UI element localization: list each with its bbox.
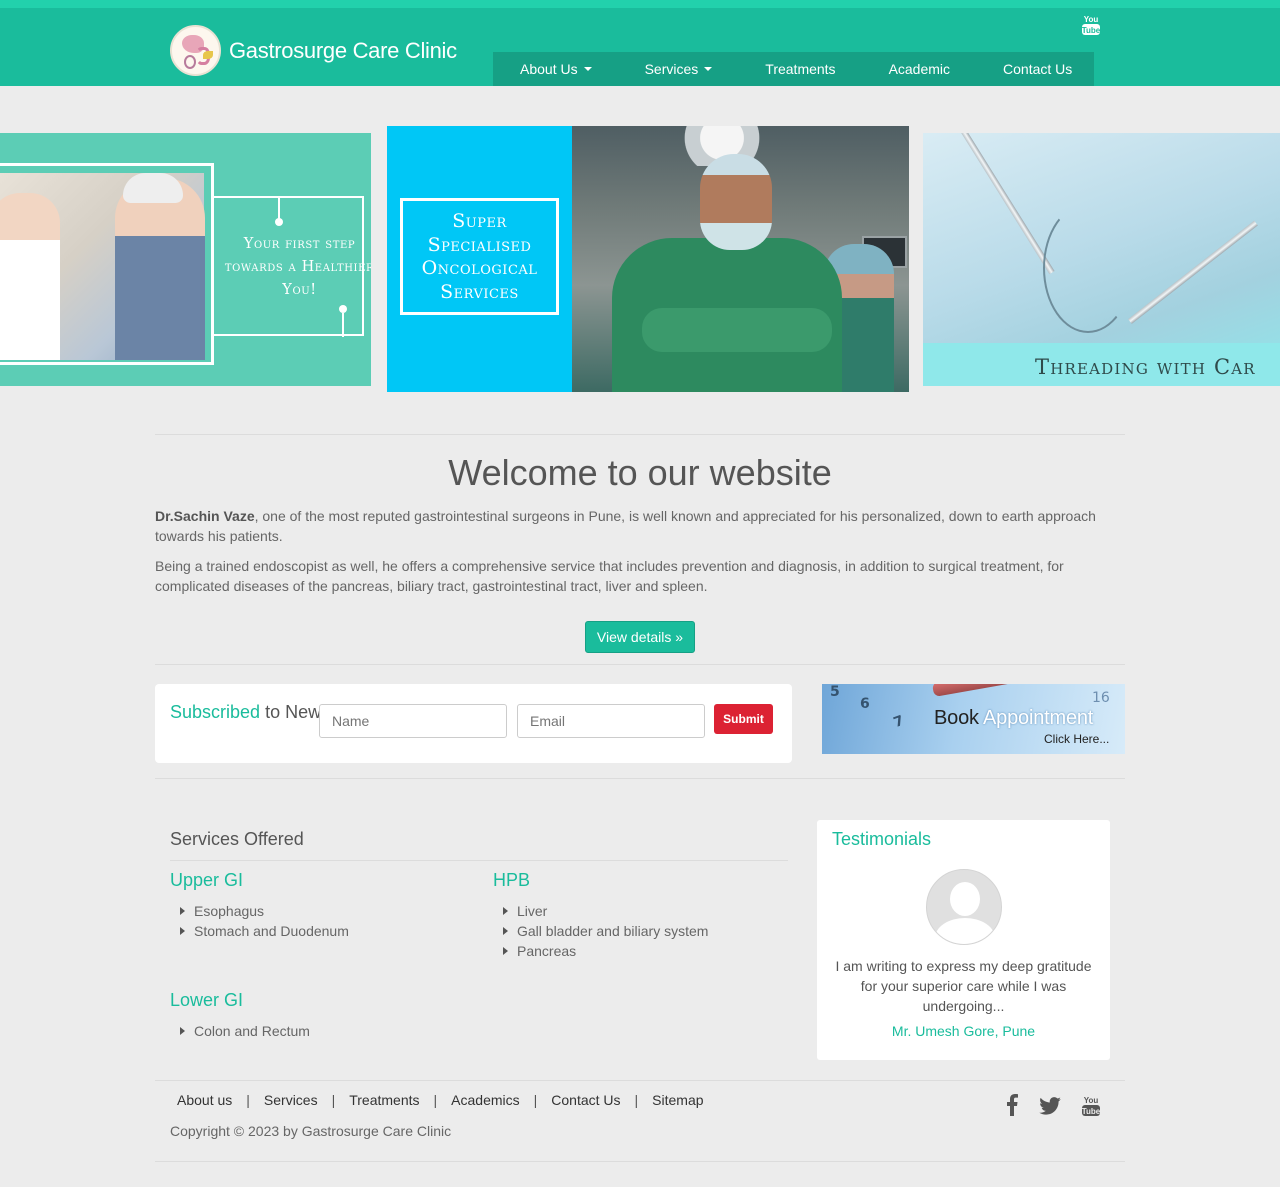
divider	[155, 778, 1125, 779]
needle-image	[1128, 220, 1258, 324]
hpb-list: Liver Gall bladder and biliary system Pa…	[493, 901, 708, 961]
footer-separator: |	[433, 1092, 438, 1108]
pen-image	[931, 684, 1083, 697]
footer-separator: |	[331, 1092, 336, 1108]
divider	[155, 664, 1125, 665]
forceps-image	[943, 133, 1055, 275]
book-appointment-title-dark: Book	[934, 707, 984, 729]
svg-text:Tube: Tube	[1082, 1107, 1101, 1116]
footer-link-about-us[interactable]: About us	[170, 1092, 239, 1108]
avatar	[926, 869, 1002, 945]
main-nav: About Us Services Treatments Academic Co…	[493, 52, 1094, 86]
services-offered-title: Services Offered	[170, 829, 304, 849]
welcome-title: Welcome to our website	[448, 452, 832, 493]
footer-link-contact-us[interactable]: Contact Us	[544, 1092, 627, 1108]
footer-link-services[interactable]: Services	[257, 1092, 325, 1108]
newsletter-title-accent: Subscribed	[170, 702, 261, 722]
lower-gi-list: Colon and Rectum	[170, 1021, 310, 1041]
testimonial-quote[interactable]: I am writing to express my deep gratitud…	[832, 956, 1095, 1016]
site-header: Gastrosurge Care Clinic You Tube About U…	[0, 8, 1280, 86]
nav-treatments[interactable]: Treatments	[738, 61, 861, 77]
divider	[155, 1161, 1125, 1162]
divider	[170, 860, 788, 861]
carousel-slide-healthier-you[interactable]: Your first step towards a Healthier You!	[0, 133, 371, 386]
facebook-icon[interactable]	[1006, 1094, 1018, 1121]
surgeon-photo	[572, 126, 909, 392]
category-upper-gi[interactable]: Upper GI	[170, 870, 243, 891]
slide-caption: Threading with Car	[1035, 355, 1256, 379]
copyright-text: Copyright © 2023 by Gastrosurge Care Cli…	[170, 1123, 452, 1139]
view-details-button[interactable]: View details »	[585, 621, 695, 653]
service-link[interactable]: Pancreas	[493, 941, 708, 961]
service-link[interactable]: Liver	[493, 901, 708, 921]
footer-link-treatments[interactable]: Treatments	[342, 1092, 426, 1108]
carousel-slide-threading[interactable]: Threading with Car	[923, 133, 1280, 386]
nav-services-label: Services	[644, 61, 699, 77]
category-lower-gi[interactable]: Lower GI	[170, 990, 243, 1011]
submit-button[interactable]: Submit	[714, 704, 773, 734]
services-paragraph: Being a trained endoscopist as well, he …	[155, 558, 1064, 594]
logo-link[interactable]: Gastrosurge Care Clinic	[170, 25, 457, 76]
email-input[interactable]	[517, 704, 705, 738]
svg-text:You: You	[1084, 15, 1099, 24]
divider	[155, 1080, 1125, 1081]
twitter-icon[interactable]	[1039, 1097, 1061, 1120]
book-appointment-title: Book Appointment	[934, 707, 1093, 730]
upper-gi-list: Esophagus Stomach and Duodenum	[170, 901, 349, 941]
book-appointment-subtitle: Click Here...	[1044, 732, 1110, 746]
intro-paragraph: Dr.Sachin Vaze, one of the most reputed …	[155, 506, 1125, 546]
newsletter-panel: Subscribed to Newsletter Submit	[155, 684, 792, 763]
footer-separator: |	[246, 1092, 250, 1108]
footer-separator: |	[634, 1092, 639, 1108]
chevron-down-icon	[583, 67, 592, 71]
slide-caption: Super Specialised Oncological Services	[421, 210, 538, 303]
testimonial-author[interactable]: Mr. Umesh Gore, Pune	[832, 1023, 1095, 1039]
footer-link-academics[interactable]: Academics	[444, 1092, 526, 1108]
carousel-slide-oncology[interactable]: Super Specialised Oncological Services	[387, 126, 909, 392]
service-link[interactable]: Stomach and Duodenum	[170, 921, 349, 941]
nav-contact-us[interactable]: Contact Us	[976, 61, 1098, 77]
service-link[interactable]: Gall bladder and biliary system	[493, 921, 708, 941]
name-input[interactable]	[319, 704, 507, 738]
book-appointment-banner[interactable]: 5 6 7 16 Book Appointment Click Here...	[822, 684, 1125, 754]
intro-text: , one of the most reputed gastrointestin…	[155, 508, 1096, 544]
youtube-icon[interactable]: You Tube	[1081, 13, 1101, 42]
category-hpb[interactable]: HPB	[493, 870, 530, 891]
service-link[interactable]: Colon and Rectum	[170, 1021, 310, 1041]
footer-separator: |	[533, 1092, 538, 1108]
clinic-logo	[170, 25, 221, 76]
chevron-down-icon	[704, 67, 713, 71]
svg-text:Tube: Tube	[1082, 26, 1101, 35]
book-appointment-title-light: Appointment	[983, 707, 1094, 729]
top-accent-bar	[0, 0, 1280, 8]
divider	[155, 434, 1125, 435]
nav-academic[interactable]: Academic	[862, 61, 976, 77]
service-link[interactable]: Esophagus	[170, 901, 349, 921]
suture-thread-image	[1043, 203, 1133, 333]
testimonials-title: Testimonials	[832, 829, 932, 849]
footer-link-sitemap[interactable]: Sitemap	[645, 1092, 710, 1108]
doctor-name: Dr.Sachin Vaze	[155, 508, 255, 524]
nav-about-us-label: About Us	[520, 61, 578, 77]
slide-caption: Your first step towards a Healthier You!	[224, 236, 371, 298]
nav-about-us[interactable]: About Us	[493, 61, 618, 77]
brand-name: Gastrosurge Care Clinic	[229, 37, 457, 63]
testimonials-panel: Testimonials I am writing to express my …	[817, 820, 1110, 1060]
slide-frame	[0, 163, 214, 365]
svg-text:You: You	[1084, 1096, 1099, 1105]
youtube-icon[interactable]: You Tube	[1081, 1094, 1101, 1123]
footer-nav: About us | Services | Treatments | Acade…	[170, 1092, 711, 1108]
nav-services[interactable]: Services	[618, 61, 739, 77]
